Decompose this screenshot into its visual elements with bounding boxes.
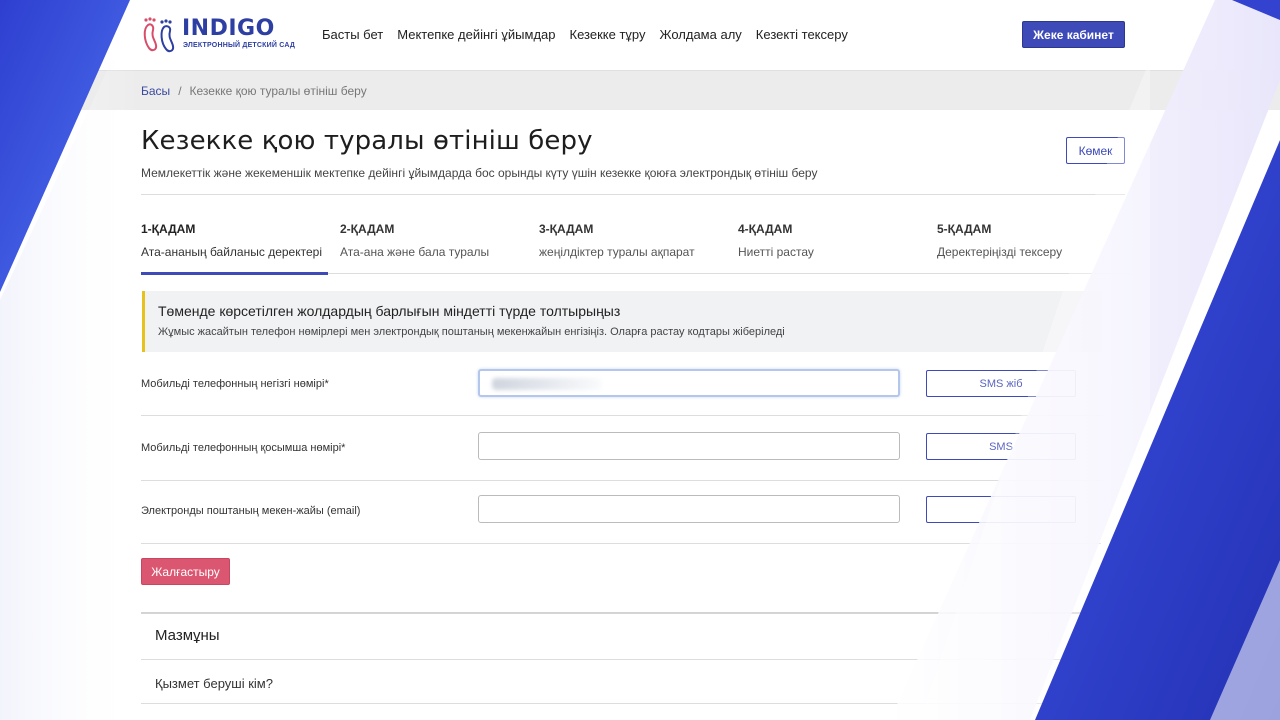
- help-button[interactable]: Көмек: [1066, 137, 1125, 164]
- extra-phone-label: Мобильді телефонның қосымша нөмірі*: [141, 442, 346, 454]
- brand-subtitle: ЭЛЕКТРОННЫЙ ДЕТСКИЙ САД: [183, 42, 296, 49]
- form-row-extra-phone: Мобильді телефонның қосымша нөмірі* SMS: [141, 418, 1101, 481]
- step-4[interactable]: 4-ҚАДАМ Ниетті растау: [738, 222, 928, 274]
- site-header: INDIGO ЭЛЕКТРОННЫЙ ДЕТСКИЙ САД Басты бет…: [0, 0, 1280, 70]
- form-row-main-phone: Мобильді телефонның негізгі нөмірі* SMS …: [141, 353, 1101, 416]
- breadcrumb-home[interactable]: Басы: [141, 84, 170, 98]
- breadcrumb-bar: Басы / Кезекке қою туралы өтініш беру: [0, 70, 1280, 110]
- send-sms-button-main[interactable]: SMS жіб: [926, 370, 1076, 397]
- breadcrumb: Басы / Кезекке қою туралы өтініш беру: [141, 84, 367, 98]
- nav-item-queue[interactable]: Кезекке тұру: [570, 27, 646, 42]
- step-number: 3-ҚАДАМ: [539, 222, 594, 236]
- step-label: Деректеріңізді тексеру: [937, 245, 1063, 259]
- form-row-email: Электронды поштаның мекен-жайы (email): [141, 481, 1101, 544]
- alert-text: Жұмыс жасайтын телефон нөмірлері мен эле…: [158, 326, 785, 338]
- step-label: Ниетті растау: [738, 245, 814, 259]
- email-input[interactable]: [478, 495, 900, 523]
- page-subtitle: Мемлекеттік және жекеменшік мектепке дей…: [141, 166, 818, 180]
- step-number: 1-ҚАДАМ: [141, 222, 196, 236]
- divider: [141, 659, 1125, 660]
- step-tabs: 1-ҚАДАМ Ата-ананың байланыс деректері 2-…: [141, 222, 1131, 275]
- faq-item[interactable]: Қызмет беруші кім?: [155, 676, 273, 691]
- nav-item-home[interactable]: Басты бет: [322, 27, 383, 42]
- main-phone-input[interactable]: [478, 369, 900, 397]
- divider: [141, 194, 1125, 195]
- extra-phone-input[interactable]: [478, 432, 900, 460]
- divider: [141, 703, 1125, 704]
- redacted-value: [492, 378, 602, 390]
- step-label: Ата-ана және бала туралы: [340, 245, 490, 259]
- main-nav: Басты бет Мектепке дейінгі ұйымдар Кезек…: [322, 27, 862, 42]
- breadcrumb-current: Кезекке қою туралы өтініш беру: [189, 84, 367, 98]
- send-sms-button-extra[interactable]: SMS: [926, 433, 1076, 460]
- step-5[interactable]: 5-ҚАДАМ Деректеріңізді тексеру: [937, 222, 1127, 274]
- breadcrumb-separator: /: [178, 84, 182, 98]
- logo[interactable]: INDIGO ЭЛЕКТРОННЫЙ ДЕТСКИЙ САД: [140, 13, 295, 57]
- info-alert: Төменде көрсетілген жолдардың барлығын м…: [142, 291, 1102, 352]
- step-2[interactable]: 2-ҚАДАМ Ата-ана және бала туралы: [340, 222, 530, 274]
- step-1[interactable]: 1-ҚАДАМ Ата-ананың байланыс деректері: [141, 222, 331, 275]
- nav-item-check-queue[interactable]: Кезекті тексеру: [756, 27, 848, 42]
- step-number: 2-ҚАДАМ: [340, 222, 395, 236]
- main-phone-label: Мобильді телефонның негізгі нөмірі*: [141, 378, 329, 390]
- step-number: 5-ҚАДАМ: [937, 222, 992, 236]
- nav-item-preschools[interactable]: Мектепке дейінгі ұйымдар: [397, 27, 555, 42]
- send-code-button-email[interactable]: [926, 496, 1076, 523]
- footprints-icon: [143, 17, 175, 53]
- continue-button[interactable]: Жалғастыру: [141, 558, 230, 585]
- nav-item-referral[interactable]: Жолдама алу: [659, 27, 741, 42]
- contents-title: Мазмұны: [155, 627, 220, 644]
- page: INDIGO ЭЛЕКТРОННЫЙ ДЕТСКИЙ САД Басты бет…: [0, 0, 1280, 720]
- page-title: Кезекке қою туралы өтініш беру: [141, 126, 593, 156]
- step-3[interactable]: 3-ҚАДАМ жеңілдіктер туралы ақпарат: [539, 222, 729, 274]
- personal-cabinet-button[interactable]: Жеке кабинет: [1022, 21, 1125, 48]
- brand-name: INDIGO: [182, 16, 275, 41]
- email-label: Электронды поштаның мекен-жайы (email): [141, 505, 361, 517]
- step-number: 4-ҚАДАМ: [738, 222, 793, 236]
- divider: [141, 612, 1125, 614]
- step-label: Ата-ананың байланыс деректері: [141, 245, 322, 259]
- step-label: жеңілдіктер туралы ақпарат: [539, 245, 695, 259]
- alert-title: Төменде көрсетілген жолдардың барлығын м…: [158, 303, 621, 319]
